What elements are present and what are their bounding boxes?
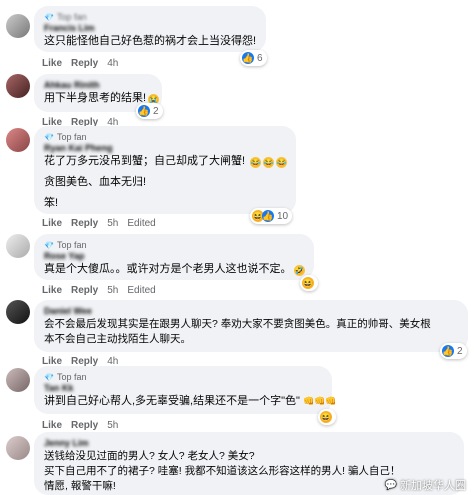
timestamp[interactable]: 5h <box>107 218 118 230</box>
avatar[interactable] <box>6 300 30 324</box>
fist-emoji: 👊👊👊 <box>302 396 337 406</box>
commenter-name[interactable]: Ahkau Rinith <box>44 80 152 91</box>
timestamp[interactable]: 5h <box>107 285 118 297</box>
like-reaction-icon: 👍 <box>138 105 150 117</box>
watermark: 💬 新加坡华人圈 <box>384 479 466 493</box>
comment-bubble: 💎 Top fan Rose Yap 真是个大傻瓜。。或许对方是个老男人这也说不定… <box>34 234 314 280</box>
edited-label: Edited <box>127 218 156 229</box>
diamond-icon: 💎 <box>44 373 54 382</box>
comment-bubble: Daniel Wee 会不会最后发现其实是在跟男人聊天? 奉劝大家不要贪图美色。… <box>34 300 468 352</box>
top-fan-badge: 💎 Top fan <box>44 12 87 22</box>
comment-actions: Like Reply 5h <box>42 420 118 432</box>
comment-bubble: 💎 Top fan Ryan Kai Pheng 花了万多元没吊到蟹；自己却成了大… <box>34 126 296 214</box>
reaction-summary[interactable]: 👍 2 <box>136 103 163 119</box>
wechat-icon: 💬 <box>384 479 397 491</box>
commenter-name[interactable]: Jenny Lim <box>44 438 454 449</box>
avatar[interactable] <box>6 234 30 258</box>
laughing-emoji: 🤣 <box>293 265 305 276</box>
comment-text: 送钱给没见过面的男人? 女人? 老女人? 美女? <box>44 450 255 462</box>
like-reaction-icon: 👍 <box>262 210 274 222</box>
comment-text: 笨! <box>44 197 59 209</box>
laughing-emoji: 😂 <box>250 157 262 168</box>
avatar[interactable] <box>6 14 30 38</box>
avatar[interactable] <box>6 128 30 152</box>
edited-label: Edited <box>127 285 156 296</box>
avatar[interactable] <box>6 74 30 98</box>
top-fan-badge: 💎 Top fan <box>44 240 87 250</box>
comment-text: 用下半身思考的结果! 😭 <box>44 92 160 105</box>
reaction-summary[interactable]: 👍 6 <box>240 50 267 66</box>
comment-text: 花了万多元没吊到蟹；自己却成了大闸蟹! 😂 😂 😂 <box>44 155 288 168</box>
laughing-emoji: 😂 <box>263 157 275 168</box>
comment-bubble: 💎 Top fan Tan Kk 讲到自己好心帮人,多无辜受骗,结果还不是一个字"… <box>34 366 337 414</box>
reaction-summary[interactable]: 👍 2 <box>440 343 467 359</box>
reply-button[interactable]: Reply <box>71 218 98 230</box>
haha-reaction-icon: 😆 <box>320 411 332 423</box>
like-button[interactable]: Like <box>42 218 62 230</box>
commenter-name[interactable]: Tan Kk <box>44 383 322 394</box>
like-reaction-icon: 👍 <box>242 52 254 64</box>
comment-text: 贪图美色、血本无归! <box>44 176 147 188</box>
comment-actions: Like Reply 5h Edited <box>42 218 156 230</box>
reply-button[interactable]: Reply <box>71 58 98 70</box>
comment-actions: Like Reply 5h Edited <box>42 285 156 297</box>
comment-actions: Like Reply 4h <box>42 58 118 70</box>
reply-button[interactable]: Reply <box>71 420 98 432</box>
commenter-name[interactable]: Ryan Kai Pheng <box>44 143 286 154</box>
commenter-name[interactable]: Daniel Wee <box>44 306 458 317</box>
reaction-summary[interactable]: 😆 <box>318 409 336 425</box>
like-button[interactable]: Like <box>42 420 62 432</box>
diamond-icon: 💎 <box>44 241 54 250</box>
diamond-icon: 💎 <box>44 133 54 142</box>
commenter-name[interactable]: Rose Yap <box>44 251 304 262</box>
comment-text: 真是个大傻瓜。。或许对方是个老男人这也说不定。 🤣 <box>44 263 305 276</box>
timestamp[interactable]: 4h <box>107 58 118 70</box>
reply-button[interactable]: Reply <box>71 285 98 297</box>
comment-text: 会不会最后发现其实是在跟男人聊天? 奉劝大家不要贪图美色。真正的帅哥、美女根 <box>44 318 431 330</box>
avatar[interactable] <box>6 436 30 460</box>
top-fan-badge: 💎 Top fan <box>44 372 87 382</box>
reaction-summary[interactable]: 😆 👍 10 <box>250 208 293 224</box>
avatar[interactable] <box>6 368 30 392</box>
commenter-name[interactable]: Francis Lim <box>44 23 256 34</box>
comment-text: 这只能怪他自己好色惹的祸才会上当没得怨! <box>44 35 257 47</box>
reaction-summary[interactable]: 😆 <box>300 275 318 291</box>
like-button[interactable]: Like <box>42 58 62 70</box>
haha-reaction-icon: 😆 <box>302 277 314 289</box>
timestamp[interactable]: 5h <box>107 420 118 432</box>
like-button[interactable]: Like <box>42 285 62 297</box>
like-reaction-icon: 👍 <box>442 345 454 357</box>
laughing-emoji: 😂 <box>276 157 288 168</box>
top-fan-badge: 💎 Top fan <box>44 132 87 142</box>
diamond-icon: 💎 <box>44 13 54 22</box>
comment-bubble: 💎 Top fan Francis Lim 这只能怪他自己好色惹的祸才会上当没得怨… <box>34 6 266 52</box>
comment-text: 讲到自己好心帮人,多无辜受骗,结果还不是一个字"色" 👊👊👊 <box>44 395 337 407</box>
comment-text: 本不会自己主动找陌生人聊天。 <box>44 333 191 345</box>
